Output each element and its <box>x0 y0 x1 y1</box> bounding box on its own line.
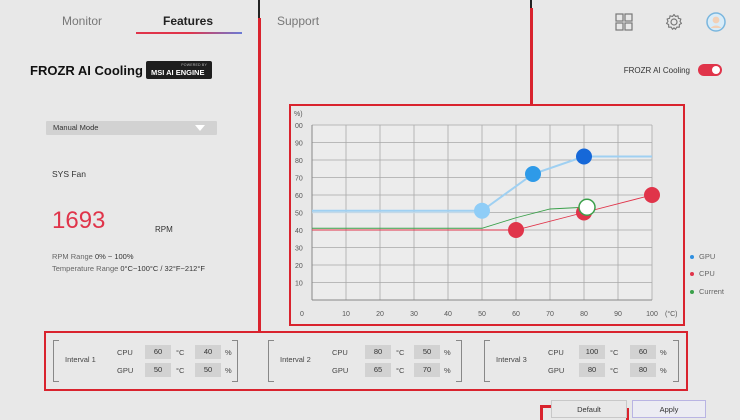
temp-unit: °C <box>396 348 405 357</box>
current-point <box>578 198 596 216</box>
cpu-pct-input[interactable]: 40 <box>195 345 221 359</box>
interval-3: Interval 3 CPU 100 °C 60 % GPU 80 °C 80 … <box>484 338 679 384</box>
gpu-point <box>525 166 541 182</box>
legend-current: Current <box>690 287 724 296</box>
gpu-temp-input[interactable]: 80 <box>579 363 605 377</box>
y-tick-label: 20 <box>295 263 303 270</box>
legend-gpu-dot <box>690 255 694 260</box>
y-tick-label: 60 <box>295 193 303 200</box>
temp-unit: °C <box>396 366 405 375</box>
legend-cpu: CPU <box>690 269 715 278</box>
x-tick-label: 20 <box>376 311 384 318</box>
cpu-temp-input[interactable]: 100 <box>579 345 605 359</box>
x-tick-label: 50 <box>478 311 486 318</box>
cpu-label: CPU <box>332 348 348 357</box>
x-tick-label: 40 <box>444 311 452 318</box>
gpu-label: GPU <box>117 366 134 375</box>
y-tick-label: 50 <box>295 211 303 218</box>
y-tick-label: 70 <box>295 176 303 183</box>
cpu-point <box>508 222 524 238</box>
pct-unit: % <box>660 366 667 375</box>
legend-gpu: GPU <box>690 252 715 261</box>
cpu-point <box>644 187 660 203</box>
legend-cpu-label: CPU <box>699 269 715 278</box>
x-tick-label: 10 <box>342 311 350 318</box>
interval-bracket <box>673 340 679 382</box>
legend-cpu-dot <box>690 272 694 277</box>
gpu-point <box>576 148 592 165</box>
x-tick-label: 0 <box>300 311 304 318</box>
temp-unit: °C <box>176 348 185 357</box>
y-tick-label: 00 <box>295 123 303 130</box>
x-tick-label: 90 <box>614 311 622 318</box>
gpu-point <box>474 202 490 219</box>
pct-unit: % <box>660 348 667 357</box>
cpu-temp-input[interactable]: 60 <box>145 345 171 359</box>
legend-gpu-label: GPU <box>699 252 716 261</box>
x-tick-label: 80 <box>580 311 588 318</box>
apply-button[interactable]: Apply <box>632 400 706 418</box>
interval-bracket <box>232 340 238 382</box>
default-button[interactable]: Default <box>551 400 627 418</box>
interval-bracket <box>268 340 274 382</box>
cpu-label: CPU <box>548 348 564 357</box>
cpu-temp-input[interactable]: 80 <box>365 345 391 359</box>
pct-unit: % <box>225 348 232 357</box>
x-axis-unit: (°C) <box>665 310 678 318</box>
x-tick-label: 30 <box>410 311 418 318</box>
gpu-label: GPU <box>332 366 349 375</box>
temp-unit: °C <box>176 366 185 375</box>
gpu-pct-input[interactable]: 70 <box>414 363 440 377</box>
interval-bracket <box>484 340 490 382</box>
interval-name: Interval 2 <box>280 355 311 364</box>
gpu-label: GPU <box>548 366 565 375</box>
interval-name: Interval 3 <box>496 355 527 364</box>
y-tick-label: 30 <box>295 246 303 253</box>
pct-unit: % <box>225 366 232 375</box>
interval-bracket <box>456 340 462 382</box>
pct-unit: % <box>444 366 451 375</box>
y-tick-label: 40 <box>295 228 303 235</box>
cpu-pct-input[interactable]: 60 <box>630 345 656 359</box>
gpu-temp-input[interactable]: 50 <box>145 363 171 377</box>
interval-2: Interval 2 CPU 80 °C 50 % GPU 65 °C 70 % <box>268 338 462 384</box>
cpu-label: CPU <box>117 348 133 357</box>
temp-unit: °C <box>610 348 619 357</box>
gpu-pct-input[interactable]: 50 <box>195 363 221 377</box>
temp-unit: °C <box>610 366 619 375</box>
y-tick-label: 90 <box>295 141 303 148</box>
x-tick-label: 70 <box>546 311 554 318</box>
x-tick-label: 60 <box>512 311 520 318</box>
y-tick-label: 80 <box>295 158 303 165</box>
y-axis-label: %) <box>294 111 303 118</box>
gpu-pct-input[interactable]: 80 <box>630 363 656 377</box>
legend-current-dot <box>690 290 694 295</box>
legend-current-label: Current <box>699 287 725 296</box>
x-tick-label: 100 <box>646 311 658 318</box>
gpu-temp-input[interactable]: 65 <box>365 363 391 377</box>
interval-bracket <box>53 340 59 382</box>
cpu-pct-input[interactable]: 50 <box>414 345 440 359</box>
interval-name: Interval 1 <box>65 355 96 364</box>
pct-unit: % <box>444 348 451 357</box>
y-tick-label: 10 <box>295 281 303 288</box>
interval-1: Interval 1 CPU 60 °C 40 % GPU 50 °C 50 % <box>53 338 238 384</box>
